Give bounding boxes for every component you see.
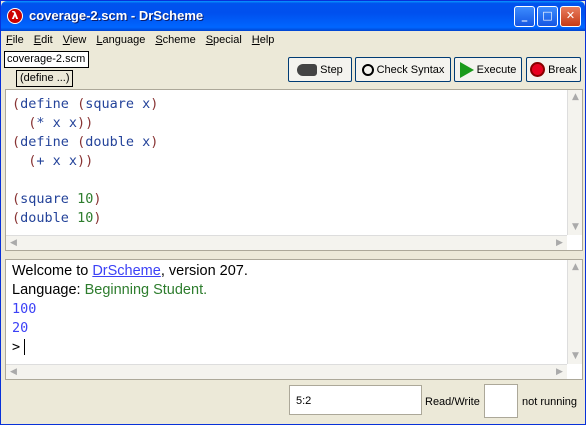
repl-horizontal-scrollbar[interactable]: ◀ ▶ — [6, 364, 567, 379]
menu-language[interactable]: Language — [91, 32, 150, 50]
step-label: Step — [320, 63, 343, 76]
running-status: not running — [522, 396, 578, 408]
execute-button[interactable]: Execute — [454, 57, 522, 82]
foot-icon — [297, 63, 318, 76]
code-line: (double 10) — [12, 210, 102, 226]
code-line: (* x x)) — [28, 115, 94, 131]
scroll-down-icon[interactable]: ▼ — [568, 220, 583, 235]
menu-help[interactable]: Help — [247, 32, 280, 50]
menu-file[interactable]: File — [1, 32, 29, 50]
minimize-button[interactable]: _ — [514, 6, 535, 27]
check-syntax-label: Check Syntax — [376, 63, 445, 76]
repl-vertical-scrollbar[interactable]: ▲ ▼ — [567, 260, 582, 364]
text-caret — [24, 339, 26, 355]
drscheme-lambda-icon: λ — [7, 8, 23, 24]
scroll-left-icon[interactable]: ◀ — [6, 236, 21, 251]
activity-indicator — [484, 384, 518, 418]
check-syntax-button[interactable]: Check Syntax — [355, 57, 451, 82]
editor-vertical-scrollbar[interactable]: ▲ ▼ — [567, 90, 582, 235]
cursor-position: 5:2 — [289, 385, 422, 415]
scroll-up-icon[interactable]: ▲ — [568, 90, 583, 105]
code-line: (+ x x)) — [28, 153, 94, 169]
break-label: Break — [548, 63, 577, 76]
menu-special[interactable]: Special — [201, 32, 247, 50]
define-menu-button[interactable]: (define ...) — [16, 70, 73, 87]
scroll-left-icon[interactable]: ◀ — [6, 365, 21, 380]
magnifier-icon — [361, 63, 374, 76]
code-line: (define (square x) — [12, 96, 159, 112]
maximize-button[interactable]: □ — [537, 6, 558, 27]
scroll-down-icon[interactable]: ▼ — [568, 349, 583, 364]
language-name: Beginning Student — [84, 282, 204, 298]
welcome-line: Welcome to DrScheme, version 207. — [12, 263, 248, 279]
repl-prompt[interactable]: > — [12, 339, 26, 355]
editor-horizontal-scrollbar[interactable]: ◀ ▶ — [6, 235, 567, 250]
interactions-window[interactable]: Welcome to DrScheme, version 207. Langua… — [5, 259, 583, 380]
code-line: (square 10) — [12, 191, 102, 207]
pane-splitter[interactable] — [5, 253, 583, 258]
menu-edit[interactable]: Edit — [29, 32, 58, 50]
title-bar[interactable]: λ coverage-2.scm - DrScheme _ □ ✕ — [1, 1, 585, 31]
menu-view[interactable]: View — [58, 32, 92, 50]
read-write-status: Read/Write — [425, 396, 480, 408]
scroll-right-icon[interactable]: ▶ — [552, 365, 567, 380]
filename-button[interactable]: coverage-2.scm — [4, 51, 89, 68]
scroll-right-icon[interactable]: ▶ — [552, 236, 567, 251]
language-line: Language: Beginning Student. — [12, 282, 208, 298]
menu-scheme[interactable]: Scheme — [150, 32, 200, 50]
drscheme-link[interactable]: DrScheme — [92, 263, 161, 279]
execute-label: Execute — [476, 63, 517, 76]
output-line: 100 — [12, 301, 37, 317]
stop-icon — [530, 62, 546, 77]
break-button[interactable]: Break — [526, 57, 581, 82]
definitions-editor[interactable]: (define (square x) (* x x)) (define (doub… — [5, 89, 583, 251]
window-title: coverage-2.scm - DrScheme — [29, 8, 204, 23]
close-button[interactable]: ✕ — [560, 6, 581, 27]
menu-bar: File Edit View Language Scheme Special H… — [1, 32, 585, 50]
step-button[interactable]: Step — [288, 57, 352, 82]
scroll-up-icon[interactable]: ▲ — [568, 260, 583, 275]
definitions-code[interactable]: (define (square x) (* x x)) (define (doub… — [12, 95, 158, 228]
output-line: 20 — [12, 320, 29, 336]
play-icon — [459, 61, 474, 78]
drscheme-window: λ coverage-2.scm - DrScheme _ □ ✕ File E… — [0, 0, 586, 425]
code-line: (define (double x) — [12, 134, 159, 150]
